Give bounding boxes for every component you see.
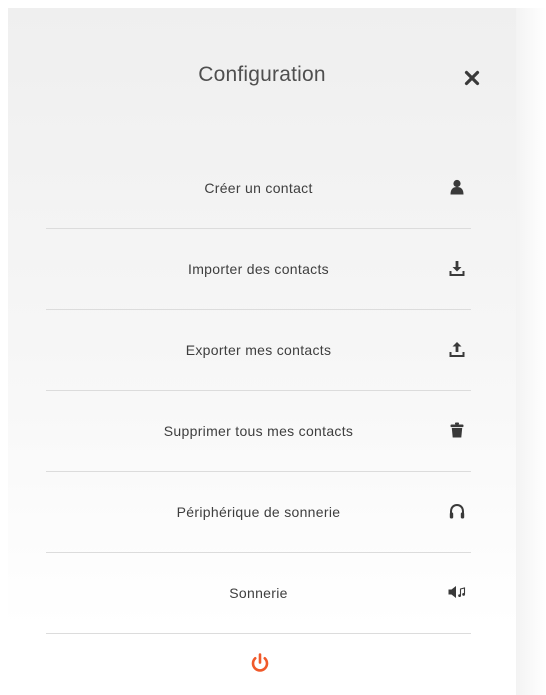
menu-item-label: Supprimer tous mes contacts: [163, 423, 354, 439]
menu-item-label: Importer des contacts: [188, 261, 329, 277]
menu-item-import-contacts[interactable]: Importer des contacts: [46, 229, 471, 310]
menu-item-label: Périphérique de sonnerie: [176, 504, 341, 520]
trash-icon: [448, 421, 466, 439]
upload-icon: [448, 340, 466, 358]
menu-item-delete-all-contacts[interactable]: Supprimer tous mes contacts: [46, 391, 471, 472]
configuration-panel: Configuration Créer un contact Importer …: [8, 8, 516, 695]
user-icon: [448, 178, 466, 196]
power-button[interactable]: [248, 652, 272, 678]
close-button[interactable]: [460, 68, 484, 92]
close-icon: [464, 70, 480, 91]
menu-item-ringer-device[interactable]: Périphérique de sonnerie: [46, 472, 471, 553]
speaker-music-icon: [448, 583, 466, 601]
power-icon: [250, 652, 270, 678]
download-icon: [448, 259, 466, 277]
headphones-icon: [448, 502, 466, 520]
menu-item-label: Sonnerie: [229, 585, 288, 601]
background-area: [516, 8, 546, 695]
panel-title: Configuration: [198, 63, 326, 86]
configuration-menu: Créer un contact Importer des contacts E…: [46, 148, 471, 634]
menu-item-label: Exporter mes contacts: [185, 342, 332, 358]
menu-item-create-contact[interactable]: Créer un contact: [46, 148, 471, 229]
menu-item-label: Créer un contact: [204, 180, 313, 196]
menu-item-ringtone[interactable]: Sonnerie: [46, 553, 471, 634]
menu-item-export-contacts[interactable]: Exporter mes contacts: [46, 310, 471, 391]
